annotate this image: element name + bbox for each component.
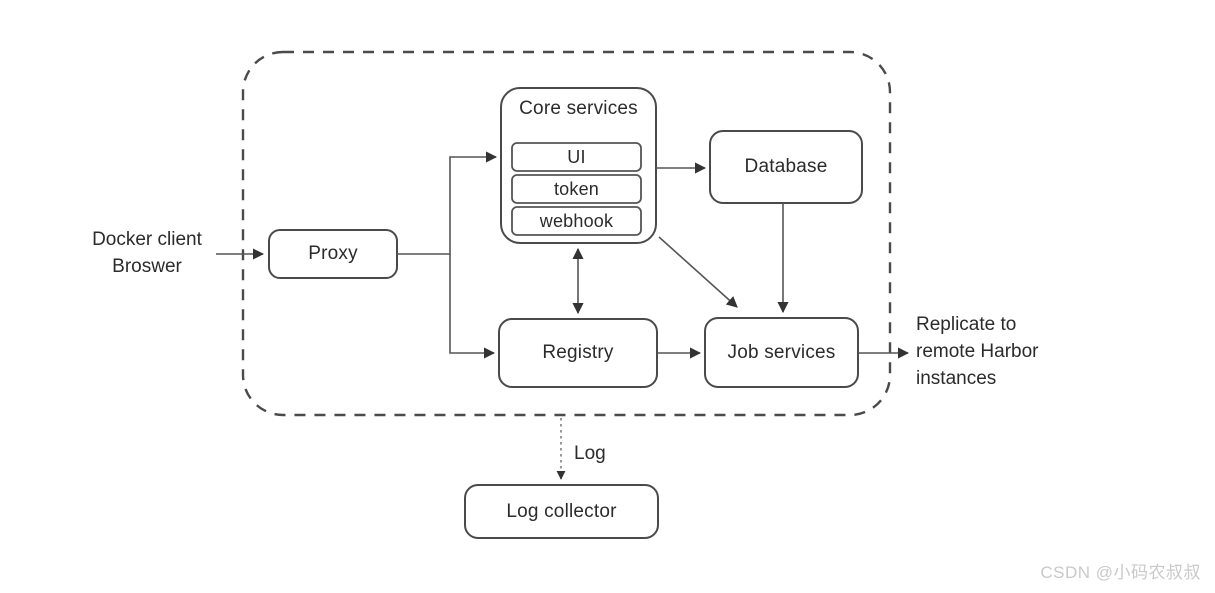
proxy-box[interactable]: [268, 229, 398, 279]
replicate-target-label: Replicate to remote Harbor instances: [916, 314, 1039, 389]
token-box[interactable]: [511, 174, 642, 204]
diagram-vector-layer: [216, 50, 910, 539]
diagram-canvas: Proxy Core services UI token webhook Dat…: [0, 0, 1215, 593]
csdn-watermark: CSDN @小码农叔叔: [1040, 563, 1201, 582]
log-edge-label: Log: [574, 443, 606, 464]
edge-core-to-job-services: [658, 236, 738, 308]
log-collector-box[interactable]: [464, 484, 659, 539]
edge-proxy-to-core: [397, 151, 498, 255]
edge-proxy-to-registry: [449, 254, 496, 359]
ui-box[interactable]: [511, 142, 642, 172]
database-box[interactable]: [709, 130, 863, 204]
docker-client-label: Docker client Broswer: [92, 229, 202, 277]
registry-box[interactable]: [498, 318, 658, 388]
webhook-box[interactable]: [511, 206, 642, 236]
job-services-box[interactable]: [704, 317, 859, 388]
